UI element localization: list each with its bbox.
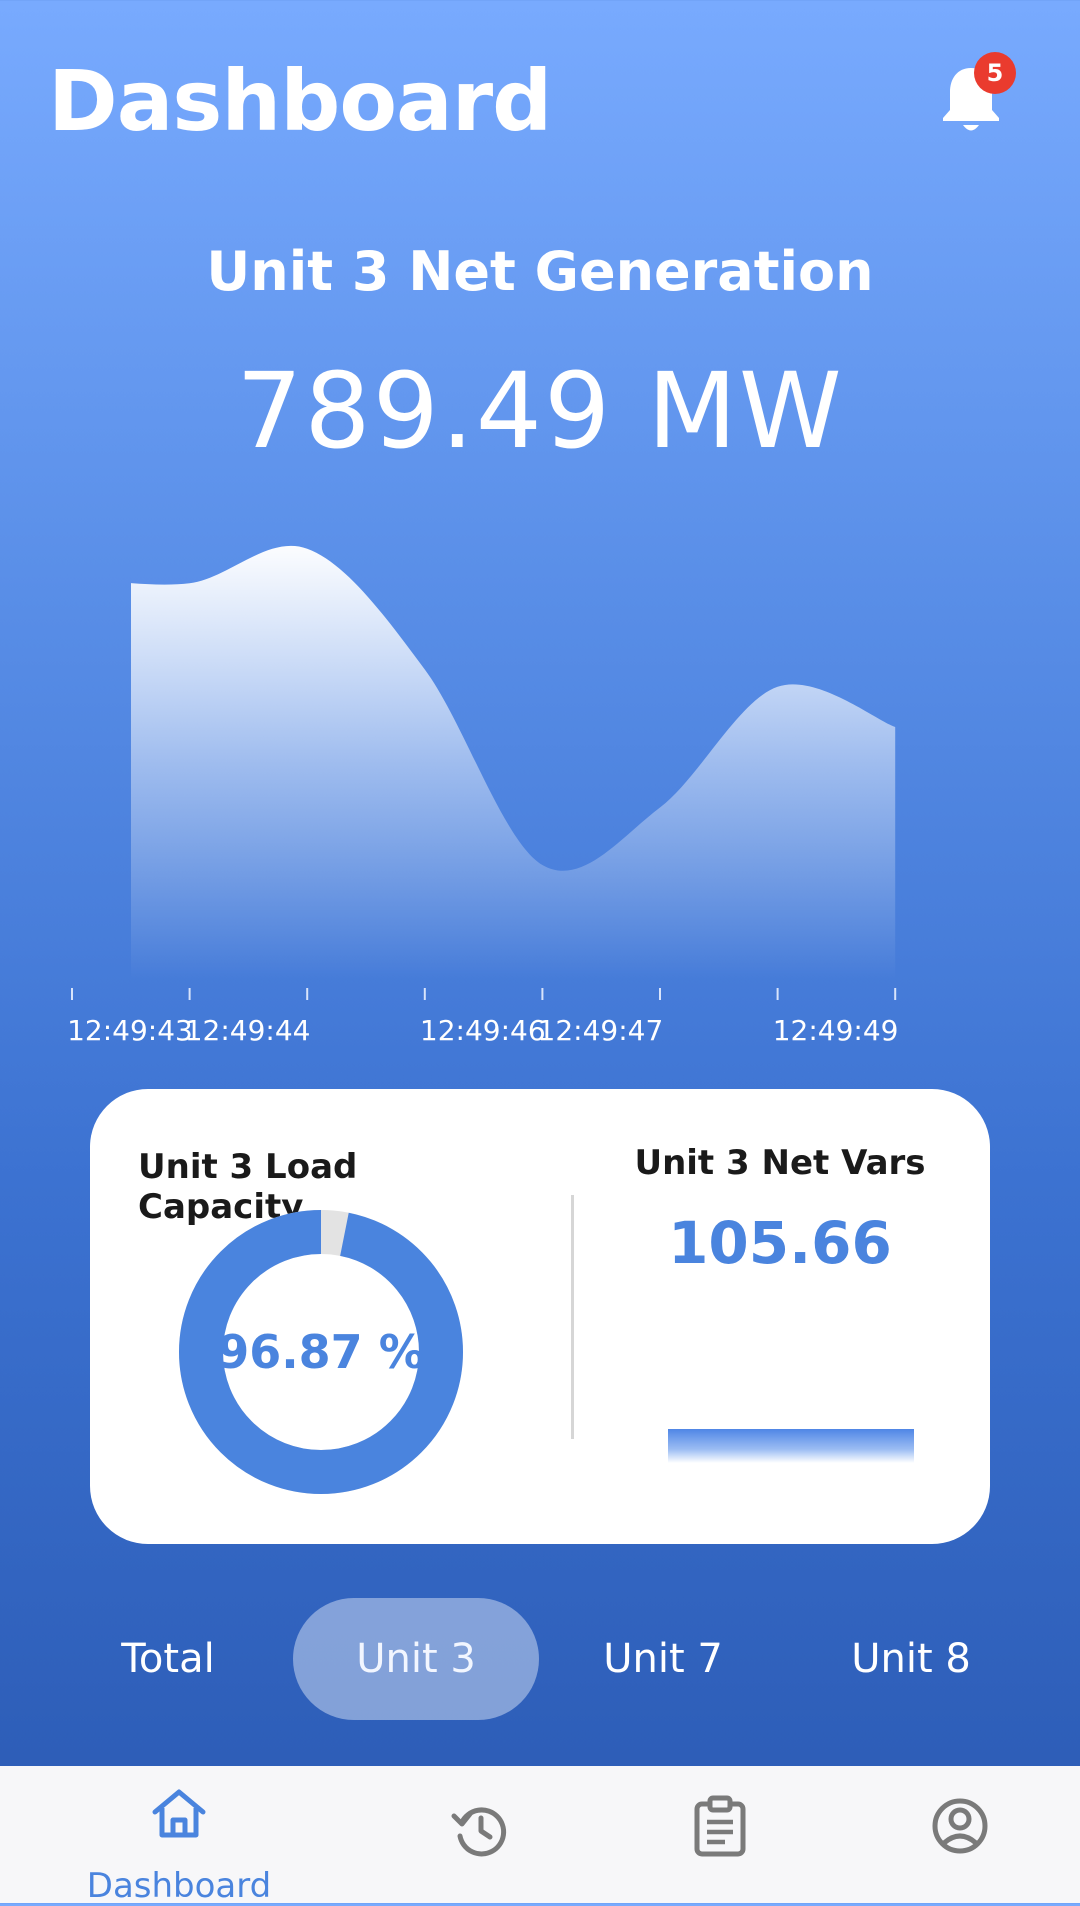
tab-total[interactable]: Total (45, 1598, 291, 1720)
tab-unit-7[interactable]: Unit 7 (540, 1598, 786, 1720)
unit-tabs: Total Unit 3 Unit 7 Unit 8 (0, 1598, 1080, 1720)
x-axis-tick-label: 12:49:46 (420, 1014, 546, 1047)
nav-dashboard[interactable]: Dashboard (79, 1766, 279, 1906)
nav-history[interactable] (440, 1766, 520, 1903)
account-icon (932, 1798, 988, 1854)
page-title: Dashboard (48, 52, 552, 150)
x-axis-tick-label: 12:49:43 (67, 1014, 193, 1047)
bottom-nav: Dashboard (0, 1766, 1080, 1906)
tab-unit-3[interactable]: Unit 3 (293, 1598, 539, 1720)
load-capacity-value: 96.87 % (217, 1325, 425, 1379)
clipboard-icon (694, 1795, 746, 1857)
chart-current-value: 789.49 MW (236, 350, 844, 472)
net-vars-bar (668, 1429, 914, 1463)
net-vars-title: Unit 3 Net Vars (634, 1143, 926, 1183)
card-divider (571, 1195, 574, 1439)
nav-profile[interactable] (920, 1766, 1000, 1903)
notification-badge: 5 (974, 52, 1016, 94)
nav-reports[interactable] (680, 1766, 760, 1903)
net-generation-area (131, 545, 896, 980)
x-axis-tick-label: 12:49:49 (773, 1014, 899, 1047)
net-generation-chart: 12:49:4312:49:44 12:49:4612:49:47 12:49:49 (67, 545, 899, 1047)
x-axis-tick-label: 12:49:44 (185, 1014, 311, 1047)
chart-title: Unit 3 Net Generation (206, 240, 874, 303)
net-vars-value: 105.66 (668, 1209, 892, 1277)
x-axis-tick-label: 12:49:47 (538, 1014, 664, 1047)
history-icon (451, 1807, 507, 1857)
nav-dashboard-label: Dashboard (86, 1866, 272, 1906)
stats-card: Unit 3 Load Capacity 96.87 % Unit 3 Net … (90, 1089, 990, 1544)
home-icon (152, 1789, 206, 1838)
tab-unit-8[interactable]: Unit 8 (788, 1598, 1034, 1720)
